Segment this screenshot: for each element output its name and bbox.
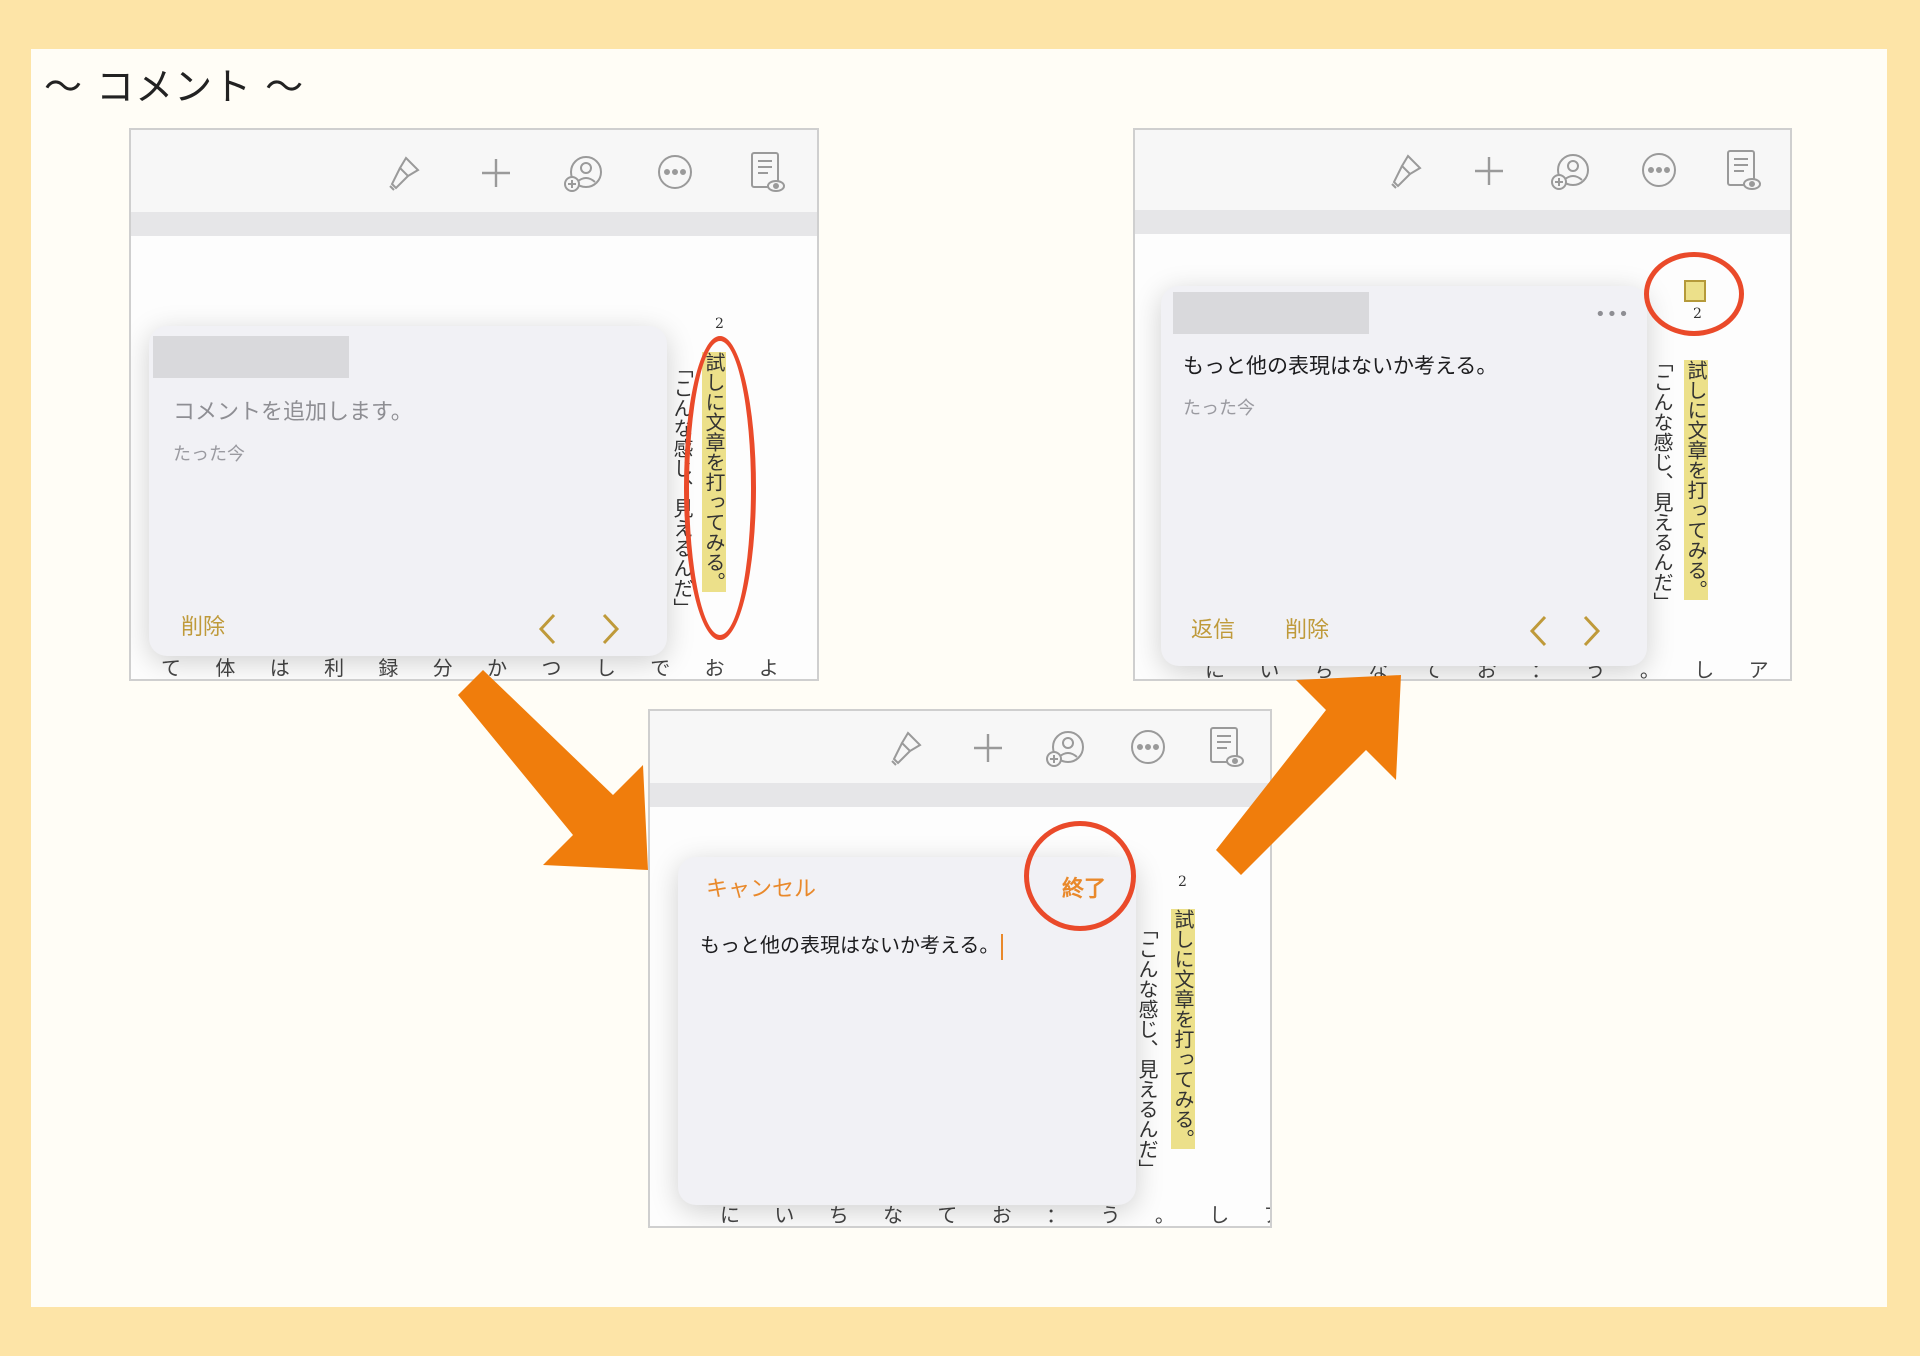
comment-input[interactable]: もっと他の表現はないか考える。 (700, 929, 1004, 960)
brush-icon[interactable] (886, 729, 924, 767)
toolbar (131, 130, 817, 213)
next-icon[interactable] (600, 612, 622, 650)
delete-button[interactable]: 削除 (181, 609, 225, 641)
text-line-2: 「こんな感じ、見えるんだ」 (1135, 919, 1159, 1179)
toolbar (1135, 130, 1790, 211)
done-annotation-ring (1024, 821, 1136, 931)
previous-icon[interactable] (1527, 614, 1549, 652)
plus-icon[interactable] (479, 156, 513, 190)
toolbar-divider (1135, 210, 1790, 234)
previous-icon[interactable] (536, 612, 558, 650)
screenshot-step3: 2 試しに文章を打ってみる。 「こんな感じ、見えるんだ」 に い ち な て お… (1133, 128, 1792, 681)
highlight-annotation-ring (684, 336, 756, 640)
arrow-step1-to-step2 (458, 670, 648, 870)
comment-card: ••• もっと他の表現はないか考える。 たった今 返信 削除 (1161, 286, 1647, 666)
add-collaborator-icon[interactable] (1043, 727, 1087, 771)
more-icon[interactable] (1640, 151, 1678, 189)
page-number: 2 (1178, 874, 1187, 890)
reply-button[interactable]: 返信 (1191, 612, 1235, 644)
plus-icon[interactable] (1472, 154, 1506, 188)
screenshot-step2: 2 試しに文章を打ってみる。 「こんな感じ、見えるんだ」 に い ち な て お… (648, 709, 1272, 1228)
toolbar-divider (650, 783, 1270, 807)
arrow-step2-to-step3 (1216, 675, 1401, 875)
comment-timestamp: たった今 (173, 444, 245, 465)
next-icon[interactable] (1581, 614, 1603, 652)
comment-placeholder[interactable]: コメントを追加します。 (173, 394, 413, 426)
plus-icon[interactable] (971, 731, 1005, 765)
toolbar (650, 711, 1270, 784)
toolbar-divider (131, 212, 817, 236)
add-collaborator-icon[interactable] (561, 152, 605, 196)
text-highlight: 試しに文章を打ってみる。 (1684, 360, 1708, 600)
more-icon[interactable] (1129, 728, 1167, 766)
document-view-icon[interactable] (748, 150, 786, 196)
comment-input-text: もっと他の表現はないか考える。 (700, 933, 1000, 957)
text-line-2: 「こんな感じ、見えるんだ」 (1650, 352, 1674, 612)
add-collaborator-icon[interactable] (1548, 150, 1592, 194)
page-title: 〜 コメント 〜 (44, 65, 305, 109)
delete-button[interactable]: 削除 (1285, 612, 1329, 644)
cancel-button[interactable]: キャンセル (706, 871, 816, 903)
user-name-redacted (153, 336, 349, 378)
document-view-icon[interactable] (1724, 148, 1762, 194)
comment-card: コメントを追加します。 たった今 削除 (149, 326, 667, 656)
highlighted-line[interactable]: 試しに文章を打ってみる。 (1168, 909, 1198, 1149)
text-cursor (1001, 933, 1004, 960)
screenshot-step1: 2 試しに文章を打ってみる。 「こんな感じ、見えるんだ」 て 体 は 利 録 分… (129, 128, 819, 681)
more-icon[interactable] (656, 153, 694, 191)
page-number: 2 (715, 316, 724, 332)
brush-icon[interactable] (1386, 152, 1424, 190)
highlighted-line[interactable]: 試しに文章を打ってみる。 (1681, 360, 1711, 600)
comment-more-button[interactable]: ••• (1595, 304, 1630, 325)
brush-icon[interactable] (384, 154, 422, 192)
marker-annotation-ring (1644, 252, 1744, 336)
comment-timestamp: たった今 (1183, 398, 1255, 419)
comment-text: もっと他の表現はないか考える。 (1183, 354, 1498, 378)
text-highlight: 試しに文章を打ってみる。 (1171, 909, 1195, 1149)
user-name-redacted (1173, 292, 1369, 334)
